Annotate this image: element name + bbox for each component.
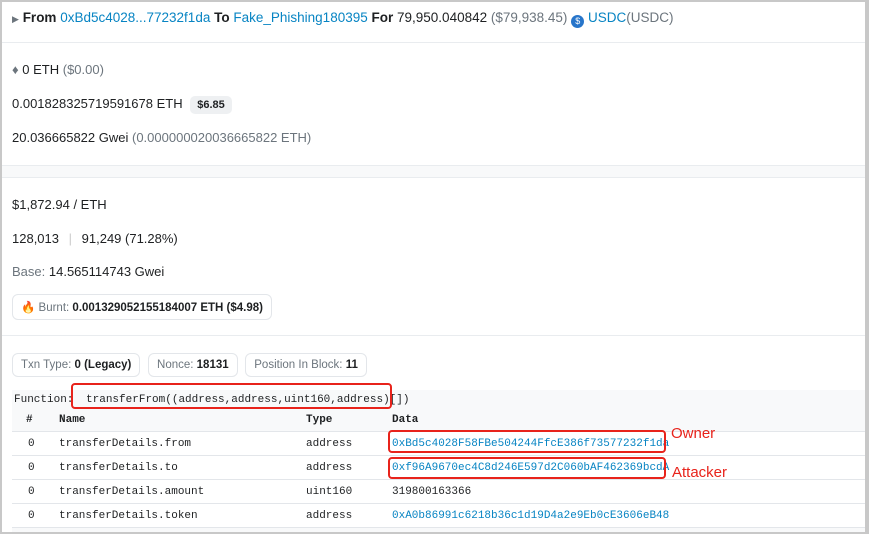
token-symbol: (USDC) <box>626 10 674 25</box>
attacker-annotation: Attacker <box>672 464 728 481</box>
chip-label: Nonce: <box>157 359 194 371</box>
fee-usd-badge: $6.85 <box>190 96 232 114</box>
row-index: 0 <box>28 486 35 498</box>
value-row: ♦ 0 ETH ($0.00) <box>12 62 104 77</box>
row-index: 0 <box>28 438 35 450</box>
base-value: 14.565114743 Gwei <box>48 264 165 279</box>
gas-limit: 128,013 <box>12 231 59 246</box>
highlight-function <box>71 383 392 409</box>
header-data: Data <box>392 414 419 426</box>
fire-icon: 🔥 <box>21 302 36 314</box>
chip-value: 18131 <box>196 359 229 371</box>
value-eth: 0 ETH <box>22 62 60 77</box>
txn-type-chip: Txn Type: 0 (Legacy) <box>12 353 141 377</box>
header-name: Name <box>59 414 86 426</box>
token-link[interactable]: USDC <box>588 10 626 25</box>
row-type: address <box>306 462 353 474</box>
row-type: address <box>306 438 353 450</box>
separator: | <box>68 231 73 246</box>
chip-value: 0 (Legacy) <box>74 359 132 371</box>
burnt-value: 0.001329052155184007 ETH ($4.98) <box>72 302 263 314</box>
amount-usd: ($79,938.45) <box>490 10 568 25</box>
row-name: transferDetails.from <box>59 438 192 450</box>
gas-price-row: 20.036665822 Gwei (0.000000020036665822 … <box>12 130 311 145</box>
divider <box>2 335 865 336</box>
chip-label: Txn Type: <box>21 359 72 371</box>
header-type: Type <box>306 414 333 426</box>
to-label: To <box>214 10 230 25</box>
to-address-link[interactable]: Fake_Phishing180395 <box>233 10 367 25</box>
row-type: uint160 <box>306 486 353 498</box>
caret-right-icon[interactable]: ▶ <box>12 14 19 24</box>
row-index: 0 <box>28 510 35 522</box>
highlight-attacker <box>388 457 666 479</box>
chip-label: Position In Block: <box>254 359 343 371</box>
position-chip: Position In Block: 11 <box>245 353 367 377</box>
gas-used: 91,249 (71.28%) <box>81 231 178 246</box>
fee-eth: 0.001828325719591678 ETH <box>12 96 183 111</box>
burnt-chip: 🔥 Burnt: 0.001329052155184007 ETH ($4.98… <box>12 294 272 320</box>
row-name: transferDetails.amount <box>59 486 205 498</box>
amount: 79,950.040842 <box>397 10 488 25</box>
gas-price-gwei: 20.036665822 Gwei <box>12 130 129 145</box>
value-usd: ($0.00) <box>62 62 104 77</box>
function-label: Function: <box>14 394 74 406</box>
section-separator <box>2 165 865 178</box>
table-header: # Name Type Data <box>12 410 865 432</box>
token-transfer: ▶ From 0xBd5c4028...77232f1da To Fake_Ph… <box>12 10 673 28</box>
for-label: For <box>371 10 394 25</box>
burnt-label: Burnt: <box>38 302 70 314</box>
highlight-owner <box>388 430 666 453</box>
fee-row: 0.001828325719591678 ETH $6.85 <box>12 96 232 114</box>
row-index: 0 <box>28 462 35 474</box>
owner-annotation: Owner <box>671 425 716 442</box>
txn-attributes: Txn Type: 0 (Legacy) Nonce: 18131 Positi… <box>12 353 371 377</box>
row-data: 319800163366 <box>392 486 472 498</box>
table-row: 0 transferDetails.amount uint160 3198001633… <box>12 480 865 504</box>
eth-icon: ♦ <box>12 62 19 77</box>
usdc-icon: $ <box>571 15 585 28</box>
row-data-link[interactable]: 0xA0b86991c6218b36c1d19D4a2e9Eb0cE3606eB… <box>392 510 669 522</box>
row-type: address <box>306 510 353 522</box>
gas-price-eth: (0.000000020036665822 ETH) <box>132 130 312 145</box>
from-label: From <box>22 10 57 25</box>
row-name: transferDetails.token <box>59 510 198 522</box>
base-fee-row: Base: 14.565114743 Gwei <box>12 264 164 279</box>
burnt-fee-row: 🔥 Burnt: 0.001329052155184007 ETH ($4.98… <box>12 294 276 320</box>
from-address-link[interactable]: 0xBd5c4028...77232f1da <box>60 10 210 25</box>
divider <box>2 42 865 43</box>
table-row: 0 transferDetails.token address 0xA0b86991c… <box>12 504 865 528</box>
chip-value: 11 <box>345 359 358 371</box>
header-index: # <box>26 414 33 426</box>
gas-usage-row: 128,013 | 91,249 (71.28%) <box>12 231 178 246</box>
base-label: Base: <box>12 264 46 279</box>
row-name: transferDetails.to <box>59 462 178 474</box>
nonce-chip: Nonce: 18131 <box>148 353 238 377</box>
eth-price: $1,872.94 / ETH <box>12 197 107 212</box>
